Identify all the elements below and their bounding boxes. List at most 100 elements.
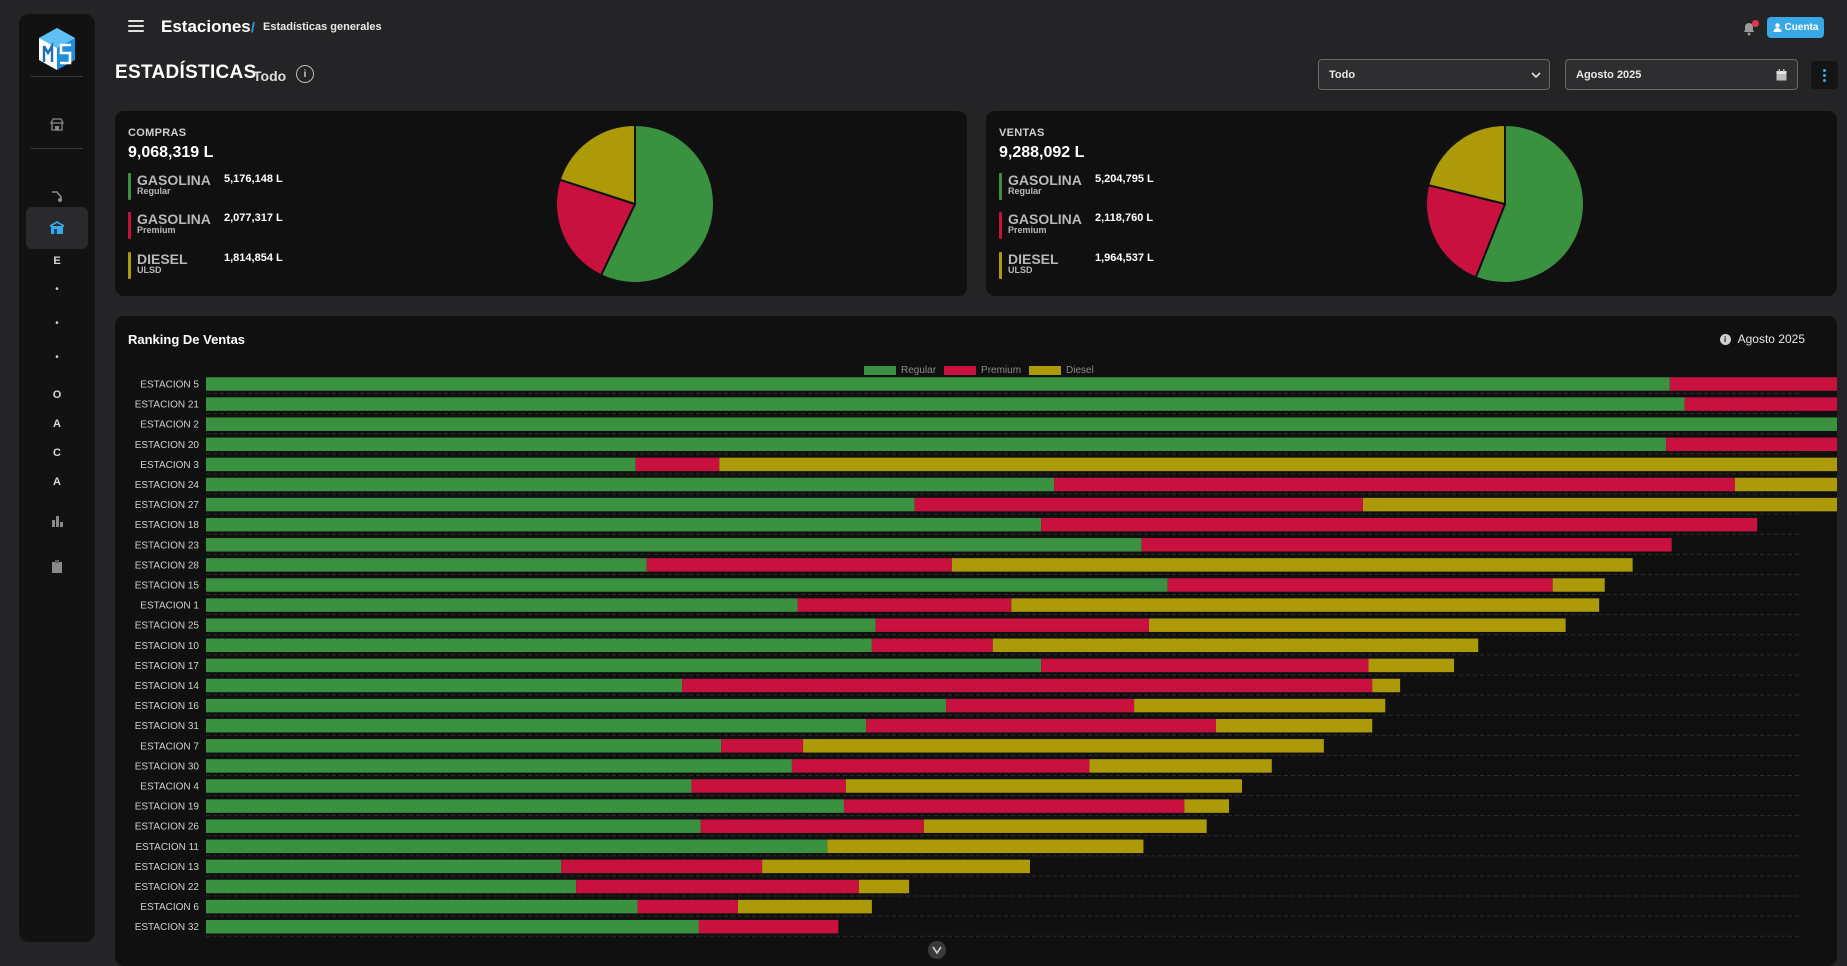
bar-regular[interactable]: [206, 477, 1055, 492]
bar-regular[interactable]: [206, 799, 844, 813]
bar-regular[interactable]: [206, 598, 798, 612]
bar-premium[interactable]: [1141, 538, 1672, 552]
bar-diesel[interactable]: [737, 899, 872, 914]
fuel-nozzle-icon[interactable]: [38, 182, 76, 210]
bar-diesel[interactable]: [1089, 759, 1272, 773]
bar-diesel[interactable]: [1734, 477, 1837, 492]
bar-premium[interactable]: [1666, 437, 1837, 452]
more-options-button[interactable]: [1811, 61, 1838, 89]
bar-regular[interactable]: [206, 397, 1685, 411]
store-icon[interactable]: [38, 111, 76, 139]
bar-regular[interactable]: [206, 578, 1168, 592]
logo-icon[interactable]: [37, 26, 77, 72]
bar-regular[interactable]: [206, 899, 638, 914]
info-button[interactable]: i: [296, 65, 314, 83]
account-button[interactable]: Cuenta: [1767, 17, 1824, 38]
station-filter-select[interactable]: Todo: [1318, 59, 1550, 90]
bar-regular[interactable]: [206, 377, 1670, 391]
bar-regular[interactable]: [206, 618, 876, 632]
bar-regular[interactable]: [206, 457, 636, 472]
dot: [1823, 73, 1826, 77]
bar-regular[interactable]: [206, 718, 867, 733]
fuel-sub: Regular: [137, 186, 171, 196]
bar-regular[interactable]: [206, 538, 1142, 552]
bar-diesel[interactable]: [923, 819, 1207, 833]
bar-diesel[interactable]: [1215, 718, 1373, 733]
bar-diesel[interactable]: [719, 457, 1837, 472]
sidebar-dot[interactable]: •: [19, 318, 95, 329]
bar-premium[interactable]: [871, 638, 993, 653]
menu-toggle-button[interactable]: [128, 20, 144, 34]
bar-regular[interactable]: [206, 417, 1837, 431]
bar-diesel[interactable]: [1184, 799, 1229, 813]
bar-premium[interactable]: [700, 819, 924, 833]
bar-premium[interactable]: [791, 759, 1090, 773]
month-picker-input[interactable]: Agosto 2025: [1565, 59, 1798, 90]
bar-diesel[interactable]: [858, 879, 910, 894]
sidebar-letter[interactable]: O: [19, 389, 95, 401]
sidebar-letter[interactable]: A: [19, 418, 95, 430]
bar-regular[interactable]: [206, 437, 1667, 452]
bar-premium[interactable]: [691, 779, 846, 793]
bar-premium[interactable]: [946, 698, 1135, 713]
bar-regular[interactable]: [206, 739, 722, 753]
bar-regular[interactable]: [206, 658, 1042, 673]
bar-premium[interactable]: [721, 739, 804, 753]
bar-regular[interactable]: [206, 859, 562, 874]
bar-premium[interactable]: [637, 899, 738, 914]
bar-regular[interactable]: [206, 779, 692, 793]
bar-premium[interactable]: [1041, 658, 1369, 673]
bar-diesel[interactable]: [845, 779, 1243, 793]
bar-diesel[interactable]: [1134, 698, 1386, 713]
bar-premium[interactable]: [1167, 578, 1553, 592]
bar-diesel[interactable]: [1552, 578, 1605, 592]
bar-regular[interactable]: [206, 879, 577, 894]
bar-premium[interactable]: [797, 598, 1012, 612]
bar-regular[interactable]: [206, 819, 701, 833]
y-tick-label: ESTACION 1: [140, 601, 199, 612]
sidebar-letter[interactable]: C: [19, 447, 95, 459]
bar-diesel[interactable]: [762, 859, 1030, 874]
bar-regular[interactable]: [206, 759, 792, 773]
sidebar-letter[interactable]: A: [19, 476, 95, 488]
bar-regular[interactable]: [206, 558, 647, 572]
bar-diesel[interactable]: [1149, 618, 1566, 632]
bar-diesel[interactable]: [1011, 598, 1600, 612]
bar-premium[interactable]: [1684, 397, 1837, 411]
bar-premium[interactable]: [843, 799, 1185, 813]
bar-diesel[interactable]: [1362, 497, 1837, 512]
sidebar-letter[interactable]: E: [19, 255, 95, 267]
sidebar-dot[interactable]: •: [19, 352, 95, 363]
bar-premium[interactable]: [1054, 477, 1735, 492]
clipboard-icon[interactable]: [38, 552, 76, 580]
bar-diesel[interactable]: [827, 839, 1144, 854]
breadcrumb[interactable]: Estadísticas generales: [263, 21, 382, 33]
bar-regular[interactable]: [206, 638, 872, 653]
bar-premium[interactable]: [875, 618, 1150, 632]
bar-premium[interactable]: [1669, 377, 1837, 391]
bar-premium[interactable]: [698, 919, 839, 934]
scroll-down-button[interactable]: [928, 941, 946, 959]
bar-regular[interactable]: [206, 517, 1042, 532]
sidebar-dot[interactable]: •: [19, 284, 95, 295]
sidebar-item-stations[interactable]: [26, 207, 88, 249]
bar-premium[interactable]: [682, 678, 1373, 693]
bar-regular[interactable]: [206, 678, 683, 693]
bar-premium[interactable]: [646, 558, 952, 572]
bar-diesel[interactable]: [992, 638, 1479, 653]
bar-premium[interactable]: [866, 718, 1216, 733]
bar-premium[interactable]: [561, 859, 763, 874]
bar-premium[interactable]: [635, 457, 720, 472]
bar-regular[interactable]: [206, 839, 828, 854]
bar-premium[interactable]: [914, 497, 1363, 512]
bar-regular[interactable]: [206, 698, 947, 713]
bar-diesel[interactable]: [1368, 658, 1455, 673]
bar-regular[interactable]: [206, 497, 915, 512]
bar-regular[interactable]: [206, 919, 699, 934]
bar-premium[interactable]: [576, 879, 859, 894]
bar-diesel[interactable]: [951, 558, 1633, 572]
bar-premium[interactable]: [1041, 517, 1758, 532]
bar-diesel[interactable]: [1372, 678, 1401, 693]
bar-diesel[interactable]: [803, 739, 1324, 753]
bar-chart-icon[interactable]: [38, 507, 76, 535]
